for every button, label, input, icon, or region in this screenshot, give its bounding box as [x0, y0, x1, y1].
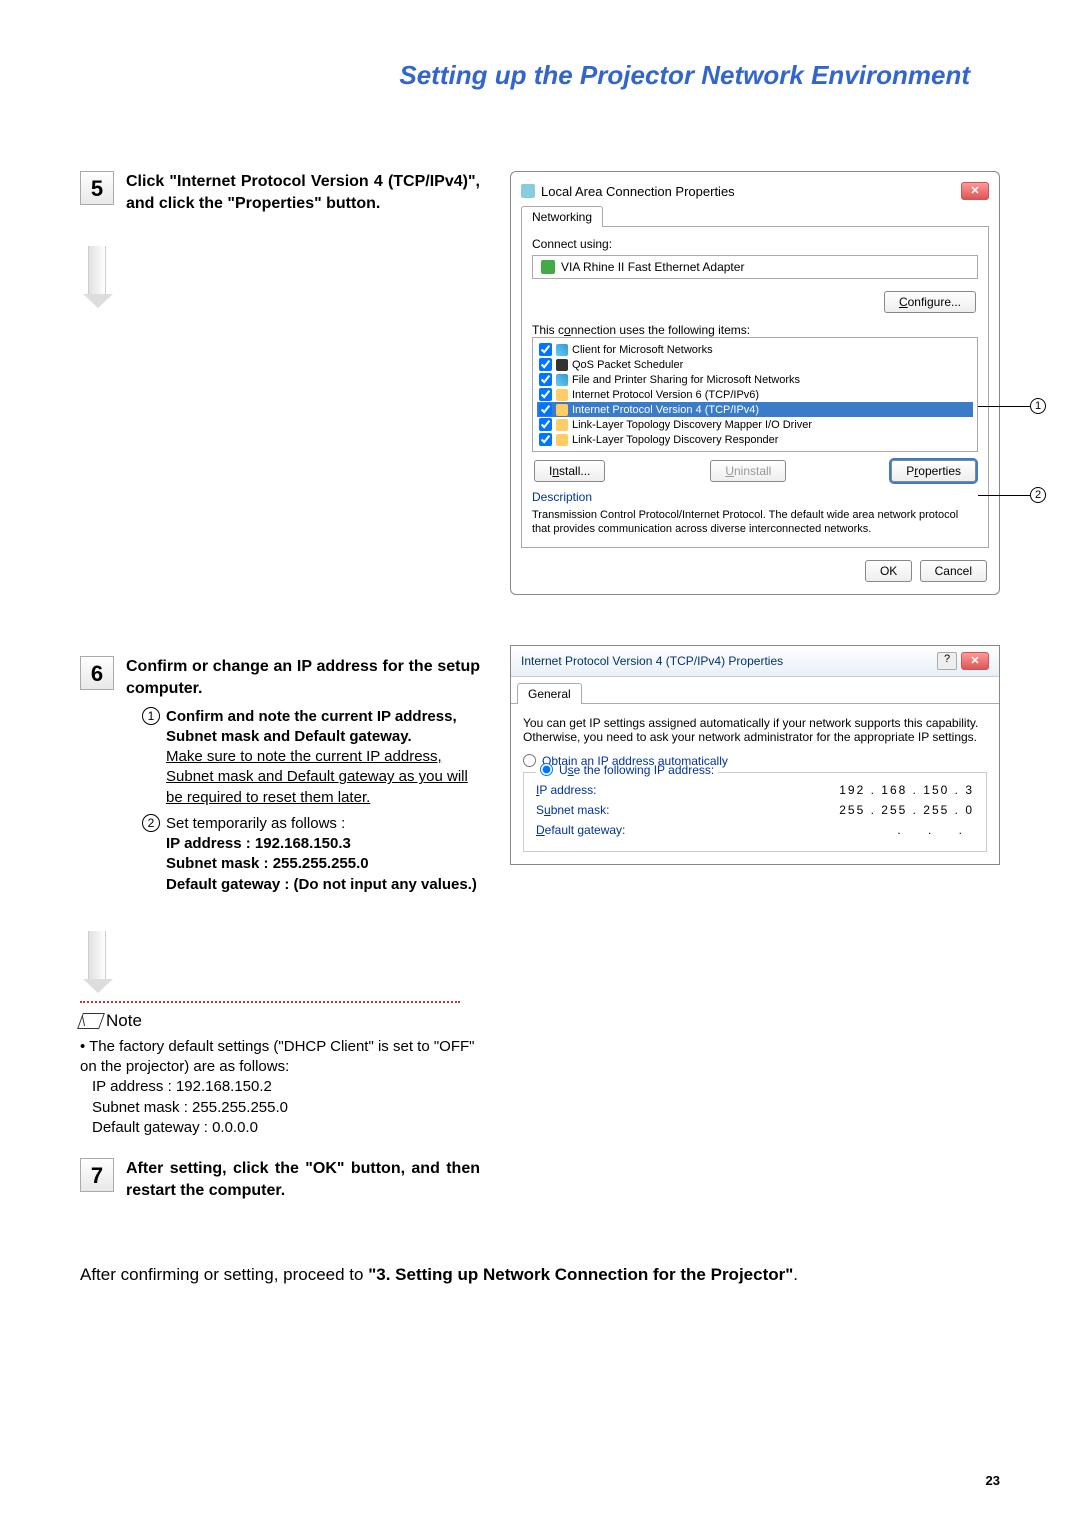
ipv4-properties-dialog: Internet Protocol Version 4 (TCP/IPv4) P… [510, 645, 1000, 865]
note-icon [77, 1013, 105, 1029]
general-tab[interactable]: General [517, 683, 582, 704]
note-line-2: Subnet mask : 255.255.255.0 [92, 1098, 480, 1118]
callout-2: 2 [1030, 487, 1046, 503]
uninstall-button: Uninstall [710, 460, 786, 482]
item-client[interactable]: Client for Microsoft Networks [537, 342, 973, 357]
step-6: 6 Confirm or change an IP address for th… [80, 656, 480, 901]
note-label: Note [80, 1011, 480, 1031]
step-5-text: Click "Internet Protocol Version 4 (TCP/… [126, 171, 480, 216]
arrow-down-icon [88, 246, 106, 296]
cancel-button[interactable]: Cancel [920, 560, 987, 582]
item-fileprint[interactable]: File and Printer Sharing for Microsoft N… [537, 372, 973, 387]
note-separator [80, 1001, 460, 1003]
lan-properties-dialog: Local Area Connection Properties ✕ Netwo… [510, 171, 1000, 595]
step6-ip: IP address : 192.168.150.3 [166, 835, 351, 852]
adapter-icon [541, 260, 555, 274]
ok-button[interactable]: OK [865, 560, 912, 582]
adapter-name: VIA Rhine II Fast Ethernet Adapter [561, 260, 744, 274]
items-label: This connection uses the following items… [532, 323, 978, 337]
item-lltd-responder[interactable]: Link-Layer Topology Discovery Responder [537, 432, 973, 447]
default-gateway-row[interactable]: Default gateway: . . . [536, 823, 974, 837]
networking-tab[interactable]: Networking [521, 206, 603, 227]
circled-2-icon: 2 [142, 814, 160, 832]
dialog-title: Local Area Connection Properties [541, 184, 735, 199]
step6-gw: Default gateway : (Do not input any valu… [166, 876, 477, 893]
close-button[interactable]: ✕ [961, 652, 989, 670]
arrow-down-icon [88, 931, 106, 981]
step6-sub1-body: Make sure to note the current IP address… [166, 748, 468, 806]
ip-address-row[interactable]: IP address: 192 . 168 . 150 . 3 [536, 783, 974, 797]
install-button[interactable]: Install... [534, 460, 605, 482]
ipv4-intro: You can get IP settings assigned automat… [523, 716, 987, 744]
item-ipv6[interactable]: Internet Protocol Version 6 (TCP/IPv6) [537, 387, 973, 402]
connect-using-label: Connect using: [532, 237, 978, 251]
callout-line-1 [978, 406, 1030, 407]
step-5-number: 5 [80, 171, 114, 205]
description-label: Description [532, 490, 978, 504]
dialog2-title: Internet Protocol Version 4 (TCP/IPv4) P… [521, 654, 783, 668]
step-5: 5 Click "Internet Protocol Version 4 (TC… [80, 171, 480, 216]
page-number: 23 [986, 1473, 1000, 1488]
item-qos[interactable]: QoS Packet Scheduler [537, 357, 973, 372]
step-7-number: 7 [80, 1158, 114, 1192]
page-header: Setting up the Projector Network Environ… [80, 60, 970, 91]
note-line-1: IP address : 192.168.150.2 [92, 1077, 480, 1097]
subnet-mask-row[interactable]: Subnet mask: 255 . 255 . 255 . 0 [536, 803, 974, 817]
circled-1-icon: 1 [142, 707, 160, 725]
radio-use-following[interactable]: Use the following IP address: [536, 763, 718, 777]
description-text: Transmission Control Protocol/Internet P… [532, 508, 978, 537]
step-6-number: 6 [80, 656, 114, 690]
note-line-0: • The factory default settings ("DHCP Cl… [80, 1037, 480, 1078]
bottom-instruction: After confirming or setting, proceed to … [80, 1263, 1000, 1287]
step6-mask: Subnet mask : 255.255.255.0 [166, 855, 369, 872]
item-lltd-mapper[interactable]: Link-Layer Topology Discovery Mapper I/O… [537, 417, 973, 432]
note-body: • The factory default settings ("DHCP Cl… [80, 1037, 480, 1138]
step-7-text: After setting, click the "OK" button, an… [126, 1158, 480, 1203]
connection-items-list[interactable]: Client for Microsoft Networks QoS Packet… [532, 337, 978, 452]
properties-button[interactable]: Properties [891, 460, 976, 482]
help-button[interactable]: ? [937, 652, 957, 670]
step-7: 7 After setting, click the "OK" button, … [80, 1158, 480, 1203]
item-ipv4-selected[interactable]: Internet Protocol Version 4 (TCP/IPv4) [537, 402, 973, 417]
configure-button[interactable]: Configure... [884, 291, 976, 313]
step6-sub1-bold: Confirm and note the current IP address,… [166, 708, 457, 745]
step-6-text: Confirm or change an IP address for the … [126, 656, 480, 701]
close-button[interactable]: ✕ [961, 182, 989, 200]
step6-sub2-lead: Set temporarily as follows : [166, 815, 345, 832]
callout-line-2 [978, 495, 1030, 496]
note-line-3: Default gateway : 0.0.0.0 [92, 1118, 480, 1138]
callout-1: 1 [1030, 398, 1046, 414]
adapter-field[interactable]: VIA Rhine II Fast Ethernet Adapter [532, 255, 978, 279]
dialog-icon [521, 184, 535, 198]
